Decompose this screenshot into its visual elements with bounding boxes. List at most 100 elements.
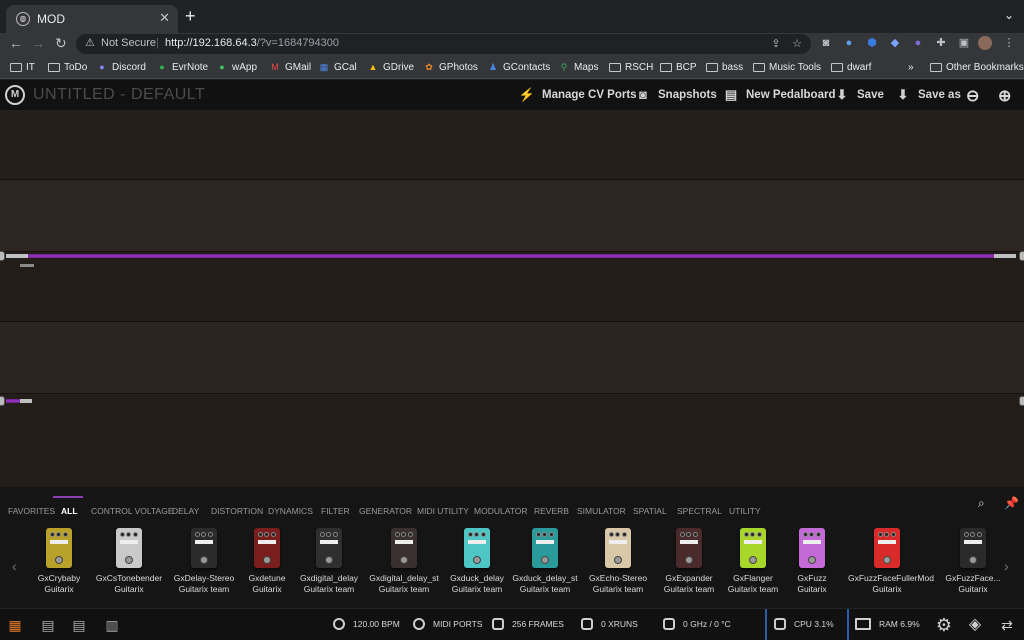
plugin-item[interactable]: Gxduck_delay_st Guitarix team <box>506 528 584 598</box>
avatar[interactable] <box>978 36 992 50</box>
mod-grid-icon[interactable]: ▦ <box>4 614 26 636</box>
cv-input-jack[interactable] <box>0 396 5 406</box>
bookmark-label: Discord <box>112 61 146 73</box>
mod-logo-icon[interactable]: M <box>5 85 25 105</box>
save-as-button[interactable]: ⬇ Save as <box>894 86 961 104</box>
bookmark-item[interactable]: ✿ GPhotos <box>423 60 478 74</box>
pedalboard-library-icon[interactable]: ▤ <box>37 614 59 636</box>
manage-cv-ports-button[interactable]: ⚡ Manage CV Ports <box>518 86 637 104</box>
bpm-label: 120.00 BPM <box>353 619 400 629</box>
camera-extension-icon[interactable]: ◙ <box>819 36 833 50</box>
category-tab[interactable]: DYNAMICS <box>268 506 313 516</box>
pedal-label-plate <box>609 540 627 544</box>
category-tab[interactable]: DELAY <box>172 506 199 516</box>
new-tab-button[interactable]: + <box>185 6 196 27</box>
browser-tab[interactable]: ◍ MOD ✕ <box>6 5 178 33</box>
scroll-left-arrow[interactable]: ‹ <box>12 558 17 574</box>
bookmark-item[interactable]: RSCH <box>609 60 653 74</box>
connections-icon[interactable]: ⇄ <box>996 614 1018 636</box>
midi-input-port[interactable] <box>20 264 34 267</box>
knob-icon <box>195 532 200 537</box>
bookmark-item[interactable]: bass <box>706 60 743 74</box>
plugin-item[interactable]: GxEcho-Stereo Guitarix team <box>579 528 657 598</box>
reload-icon[interactable]: ↻ <box>55 35 67 52</box>
bookmark-item[interactable]: ToDo <box>48 60 87 74</box>
audio-cable[interactable] <box>28 254 994 258</box>
category-tab[interactable]: ALL <box>61 506 78 516</box>
category-tab[interactable]: SPATIAL <box>633 506 667 516</box>
file-manager-icon[interactable]: ▥ <box>101 614 123 636</box>
shield-extension-icon[interactable]: ⬢ <box>865 36 879 50</box>
close-icon[interactable]: ✕ <box>159 10 170 26</box>
category-tab[interactable]: GENERATOR <box>359 506 412 516</box>
menu-icon[interactable]: ⋮ <box>1002 36 1016 50</box>
bookmark-item[interactable]: ▦ GCal <box>318 60 357 74</box>
bookmark-item[interactable]: ● Discord <box>96 60 146 74</box>
plugin-item[interactable]: Gxduck_delay Guitarix team <box>438 528 516 598</box>
category-tab[interactable]: CONTROL VOLTAGE <box>91 506 174 516</box>
category-tab[interactable]: SIMULATOR <box>577 506 626 516</box>
pedalboard-canvas[interactable] <box>0 110 1024 488</box>
extension-icon[interactable]: ● <box>911 36 925 50</box>
midi-ports-indicator[interactable]: MIDI PORTS <box>413 618 482 630</box>
sidebar-icon[interactable]: ▣ <box>957 36 971 50</box>
plugin-item[interactable]: GxFuzz Guitarix <box>773 528 851 598</box>
bookmark-item[interactable]: ♟ GContacts <box>487 60 550 74</box>
category-tab[interactable]: DISTORTION <box>211 506 263 516</box>
bookmark-item[interactable]: IT <box>10 60 35 74</box>
bookmark-item[interactable]: ● wApp <box>216 60 257 74</box>
plugin-item[interactable]: GxFuzzFace... Guitarix <box>934 528 1012 598</box>
plugin-item[interactable]: Gxdigital_delay_st Guitarix team <box>365 528 443 598</box>
bitwarden-icon[interactable]: ◆ <box>888 36 902 50</box>
category-tab[interactable]: UTILITY <box>729 506 761 516</box>
cv-cable[interactable] <box>6 399 20 403</box>
back-icon[interactable]: ← <box>9 35 23 51</box>
cloud-icon[interactable]: ◈ <box>964 614 986 636</box>
category-tab[interactable]: REVERB <box>534 506 569 516</box>
bookmark-item[interactable]: BCP <box>660 60 697 74</box>
bookmark-item[interactable]: dwarf <box>831 60 871 74</box>
category-tab[interactable]: FILTER <box>321 506 350 516</box>
bookmark-label: GDrive <box>383 61 415 73</box>
gear-icon[interactable]: ⚙ <box>933 614 955 636</box>
extension-icon[interactable]: ● <box>842 36 856 50</box>
pedalboard-title[interactable]: UNTITLED - DEFAULT <box>33 86 205 104</box>
search-icon[interactable]: ⌕ <box>978 496 985 511</box>
bookmark-item[interactable]: Music Tools <box>753 60 821 74</box>
address-bar[interactable]: ⚠ Not Secure | http://192.168.64.3/?v=16… <box>76 34 811 54</box>
bpm-indicator[interactable]: 120.00 BPM <box>333 618 400 630</box>
category-tab[interactable]: MODULATOR <box>474 506 528 516</box>
category-tab[interactable]: SPECTRAL <box>677 506 722 516</box>
share-icon[interactable]: ⇪ <box>769 37 783 51</box>
audio-output-jack[interactable] <box>1019 251 1024 261</box>
bookmark-item[interactable]: ▲ GDrive <box>367 60 415 74</box>
pin-icon[interactable]: 📌 <box>1004 496 1019 510</box>
forward-icon[interactable]: → <box>31 35 45 51</box>
chevron-down-icon[interactable]: ⌄ <box>1004 8 1014 22</box>
plugin-item[interactable]: GxFuzzFaceFullerMod Guitarix <box>848 528 934 598</box>
buffer-frames-indicator[interactable]: 256 FRAMES <box>492 618 564 630</box>
bookmark-item[interactable]: ⚲ Maps <box>558 60 599 74</box>
save-button[interactable]: ⬇ Save <box>833 86 884 104</box>
audio-input-jack[interactable] <box>0 251 5 261</box>
category-tab[interactable]: MIDI UTILITY <box>417 506 469 516</box>
plugin-item[interactable]: GxCsTonebender Guitarix <box>90 528 168 598</box>
zoom-out-icon[interactable]: ⊖ <box>966 86 979 106</box>
cv-output-jack[interactable] <box>1019 396 1024 406</box>
bookmarks-overflow-button[interactable]: » <box>908 60 914 74</box>
category-tab[interactable]: FAVORITES <box>8 506 55 516</box>
plugin-item[interactable]: GxCrybaby Guitarix <box>20 528 98 598</box>
footswitch-icon <box>614 556 622 564</box>
snapshots-button[interactable]: ◙ Snapshots <box>634 86 717 104</box>
other-bookmarks[interactable]: Other Bookmarks <box>930 60 1024 74</box>
bookmark-label: GCal <box>334 61 357 73</box>
zoom-in-icon[interactable]: ⊕ <box>998 86 1011 106</box>
bookmark-item[interactable]: ● EvrNote <box>156 60 208 74</box>
plugin-item[interactable]: Gxdigital_delay Guitarix team <box>290 528 368 598</box>
bookmark-item[interactable]: M GMail <box>269 60 311 74</box>
puzzle-icon[interactable]: ✚ <box>934 36 948 50</box>
xruns-indicator[interactable]: 0 XRUNS <box>581 618 638 630</box>
star-icon[interactable]: ☆ <box>790 37 804 51</box>
bank-library-icon[interactable]: ▤ <box>68 614 90 636</box>
new-pedalboard-button[interactable]: ▤ New Pedalboard <box>722 86 836 104</box>
